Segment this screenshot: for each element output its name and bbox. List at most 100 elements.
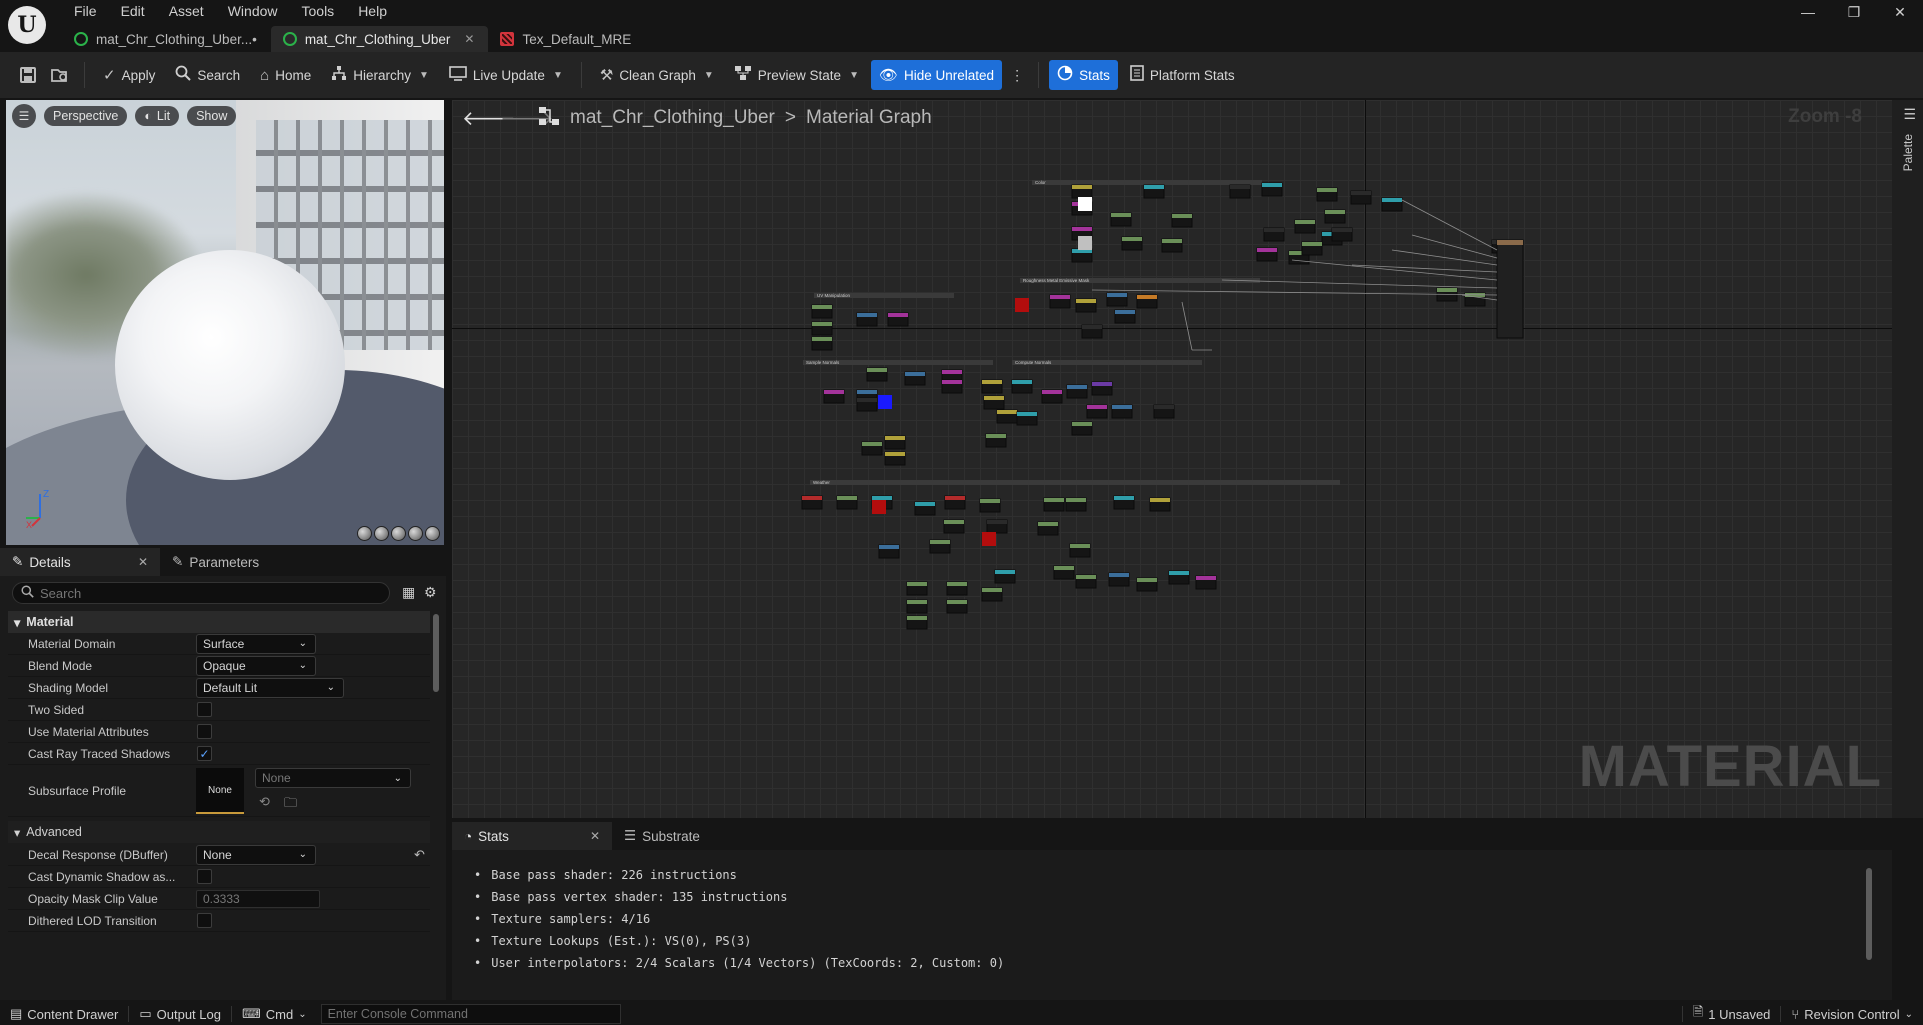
lit-button[interactable]: ◐ Lit — [135, 106, 180, 126]
palette-tab[interactable]: Palette — [1901, 134, 1915, 171]
doc-tab-material-2[interactable]: mat_Chr_Clothing_Uber ✕ — [270, 26, 489, 52]
viewport-menu-icon[interactable]: ☰ — [12, 104, 36, 128]
graph-node-header — [1012, 380, 1032, 384]
cast-dynamic-shadow-checkbox[interactable] — [197, 869, 212, 884]
details-scrollbar[interactable] — [433, 614, 439, 692]
graph-node-header — [1111, 213, 1131, 217]
cylinder-preview-icon[interactable] — [357, 526, 372, 541]
minimize-icon[interactable]: — — [1785, 0, 1831, 24]
unsaved-icon: 🗎 — [1692, 1004, 1704, 1019]
cube-preview-icon[interactable] — [408, 526, 423, 541]
graph-node-header — [1076, 575, 1096, 579]
breadcrumb-graph[interactable]: Material Graph — [806, 107, 932, 129]
graph-node-header — [1017, 412, 1037, 416]
chevron-down-icon: ⌄ — [1904, 1008, 1913, 1020]
stats-icon — [1057, 65, 1073, 85]
stats-icon: ◔ — [464, 828, 473, 844]
doc-tab-texture[interactable]: Tex_Default_MRE — [488, 26, 645, 52]
prop-shading-model: Shading Model Default Lit ⌄ — [8, 677, 430, 699]
material-domain-dropdown[interactable]: Surface ⌄ — [196, 633, 316, 654]
console-input[interactable] — [321, 1007, 612, 1021]
preview-state-button[interactable]: Preview State ▼ — [726, 60, 867, 90]
show-button[interactable]: Show — [187, 106, 237, 126]
hierarchy-button[interactable]: Hierarchy ▼ — [323, 60, 437, 90]
breadcrumb-asset[interactable]: mat_Chr_Clothing_Uber — [570, 107, 775, 129]
cast-ray-traced-shadows-checkbox[interactable]: ✓ — [197, 746, 212, 761]
graph-node-header — [1109, 573, 1129, 577]
graph-node-header — [1114, 496, 1134, 500]
details-search-input[interactable] — [40, 585, 370, 601]
live-update-button[interactable]: Live Update ▼ — [441, 60, 571, 90]
menu-asset[interactable]: Asset — [157, 2, 216, 22]
browse-icon[interactable] — [46, 61, 74, 89]
palette-menu-icon[interactable]: ☰ — [1903, 106, 1916, 123]
menu-file[interactable]: File — [62, 2, 109, 22]
tab-stats[interactable]: ◔ Stats ✕ — [452, 822, 612, 850]
opacity-mask-clip-input[interactable]: 0.3333 — [196, 889, 320, 908]
preview-viewport[interactable]: ☰ Perspective ◐ Lit Show Z X — [6, 100, 444, 545]
shading-model-dropdown[interactable]: Default Lit ⌄ — [196, 677, 344, 698]
output-log-button[interactable]: ▭ Output Log — [129, 1003, 231, 1025]
home-button[interactable]: ⌂ Home — [252, 60, 319, 90]
close-window-icon[interactable]: ✕ — [1877, 0, 1923, 24]
more-options-icon[interactable]: ⋮ — [1006, 67, 1028, 84]
material-graph[interactable]: Color Roughness Metal Emissive Mask UV Man… — [452, 100, 1892, 818]
stats-scrollbar[interactable] — [1866, 868, 1872, 960]
blend-mode-dropdown[interactable]: Opaque ⌄ — [196, 655, 316, 676]
two-sided-checkbox[interactable] — [197, 702, 212, 717]
tab-details[interactable]: ✎ Details ✕ — [0, 548, 160, 576]
graph-wire — [1091, 289, 1498, 296]
graph-node-header — [1264, 228, 1284, 232]
table-view-icon[interactable]: ▦ — [402, 584, 420, 602]
close-icon[interactable]: ✕ — [138, 555, 148, 569]
mesh-preview-icon[interactable] — [425, 526, 440, 541]
graph-node-header — [1107, 293, 1127, 297]
stats-button[interactable]: Stats — [1049, 60, 1118, 90]
graph-node-header — [1066, 498, 1086, 502]
platform-stats-button[interactable]: Platform Stats — [1122, 60, 1243, 90]
unreal-logo-icon[interactable]: U — [8, 6, 46, 44]
stats-line-text: Base pass vertex shader: 135 instruction… — [491, 890, 788, 904]
content-drawer-button[interactable]: ▤ Content Drawer — [0, 1003, 128, 1025]
unsaved-button[interactable]: 🗎 1 Unsaved — [1683, 1003, 1781, 1025]
menu-window[interactable]: Window — [216, 2, 290, 22]
menu-tools[interactable]: Tools — [290, 2, 347, 22]
material-result-node — [1496, 239, 1524, 339]
doc-tab-material-1[interactable]: mat_Chr_Clothing_Uber...• — [62, 26, 271, 52]
apply-button[interactable]: ✓ Apply — [95, 60, 163, 90]
cmd-label: Cmd — [265, 1006, 294, 1022]
save-icon[interactable] — [14, 61, 42, 89]
prop-material-domain: Material Domain Surface ⌄ — [8, 633, 430, 655]
plane-preview-icon[interactable] — [391, 526, 406, 541]
menu-help[interactable]: Help — [346, 2, 399, 22]
back-arrow-icon[interactable]: 🡐 — [462, 106, 516, 131]
hide-unrelated-button[interactable]: 👁 Hide Unrelated — [870, 60, 1003, 90]
menu-edit[interactable]: Edit — [109, 2, 157, 22]
restore-icon[interactable]: ❐ — [1831, 0, 1877, 24]
perspective-button[interactable]: Perspective — [44, 106, 128, 126]
close-icon[interactable]: ✕ — [590, 829, 600, 843]
subsurface-profile-dropdown[interactable]: None ⌄ — [255, 768, 411, 788]
pencil-icon: ✎ — [12, 554, 24, 569]
forward-arrow-icon[interactable]: 🡒 — [500, 106, 554, 131]
graph-node-header — [930, 540, 950, 544]
reset-to-default-icon[interactable]: ↶ — [414, 847, 425, 863]
use-selected-icon[interactable]: ⟲ — [259, 794, 270, 810]
category-advanced[interactable]: ▾ Advanced — [8, 821, 430, 843]
search-button[interactable]: Search — [167, 60, 248, 90]
clean-graph-button[interactable]: ⚒ Clean Graph ▼ — [592, 60, 722, 90]
graph-node-header — [1162, 239, 1182, 243]
tab-substrate[interactable]: ☰ Substrate — [612, 822, 712, 850]
sphere-preview-icon[interactable] — [374, 526, 389, 541]
close-icon[interactable]: ✕ — [464, 32, 474, 46]
cmd-dropdown[interactable]: ⌨ Cmd ⌄ — [232, 1003, 317, 1025]
gear-icon[interactable]: ⚙ — [424, 584, 442, 602]
revision-control-button[interactable]: ⑂ Revision Control ⌄ — [1781, 1003, 1923, 1025]
use-material-attributes-checkbox[interactable] — [197, 724, 212, 739]
category-material[interactable]: ▾ Material — [8, 611, 430, 633]
subsurface-profile-thumbnail[interactable]: None — [196, 768, 244, 814]
decal-response-dropdown[interactable]: None ⌄ — [196, 844, 316, 865]
browse-asset-icon[interactable]: 🗀 — [284, 794, 297, 816]
tab-parameters[interactable]: ✎ Parameters — [160, 548, 271, 576]
dithered-lod-checkbox[interactable] — [197, 913, 212, 928]
